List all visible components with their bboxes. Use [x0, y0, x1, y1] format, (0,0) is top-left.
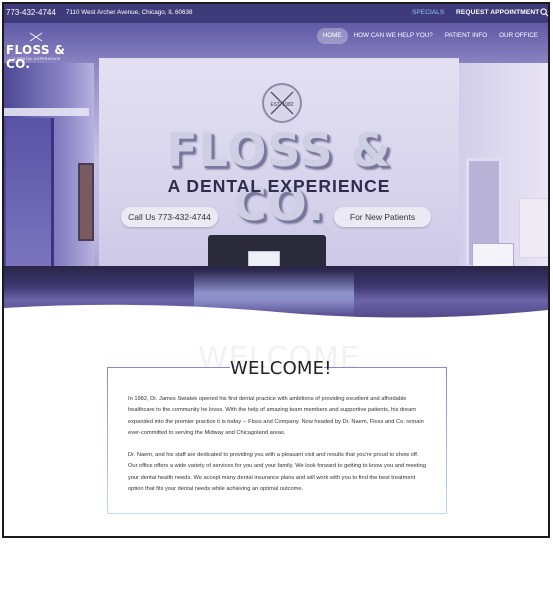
logo-tagline: A DENTAL EXPERIENCE	[13, 57, 61, 61]
emblem-badge: EST. 1982	[262, 83, 302, 123]
nav-how-can-we-help[interactable]: HOW CAN WE HELP YOU?	[348, 28, 439, 44]
welcome-paragraph: In 1982, Dr. James Swiatek opened his fi…	[128, 396, 424, 436]
nav-patient-info[interactable]: PATIENT INFO	[439, 28, 493, 44]
nav-our-office[interactable]: OUR OFFICE	[493, 28, 544, 44]
search-icon[interactable]	[540, 8, 549, 17]
welcome-body: In 1982, Dr. James Swiatek opened his fi…	[128, 394, 428, 495]
hero-left-panel	[6, 118, 54, 268]
crossed-toothbrush-icon: EST. 1982	[270, 91, 294, 115]
browser-viewport: 773-432-4744 7110 West Archer Avenue, Ch…	[2, 2, 550, 538]
welcome-rule-left	[107, 367, 230, 368]
call-us-button[interactable]: Call Us 773-432-4744	[121, 207, 218, 227]
topbar-address: 7110 West Archer Avenue, Chicago, IL 606…	[66, 9, 193, 16]
request-appointment-link[interactable]: REQUEST APPOINTMENT	[456, 9, 539, 16]
logo-badge-icon	[29, 32, 43, 42]
welcome-rule-right	[324, 367, 447, 368]
hero-tagline: A DENTAL EXPERIENCE	[167, 176, 391, 196]
hero-left-shelf	[4, 108, 89, 116]
hero-right-art	[519, 198, 548, 258]
hero-picture-frame	[78, 163, 94, 241]
welcome-title: WELCOME!	[230, 358, 332, 379]
nav-home[interactable]: HOME	[316, 28, 348, 44]
new-patients-button[interactable]: For New Patients	[334, 207, 431, 227]
topbar-phone-link[interactable]: 773-432-4744	[6, 8, 56, 17]
top-bar: 773-432-4744 7110 West Archer Avenue, Ch…	[4, 4, 548, 23]
specials-link[interactable]: SPECIALS	[412, 9, 444, 16]
hero-brochure	[472, 243, 514, 267]
main-nav: HOME HOW CAN WE HELP YOU? PATIENT INFO O…	[316, 28, 544, 44]
hero-wave-divider	[4, 304, 548, 323]
emblem-text: EST. 1982	[270, 102, 293, 108]
hero-section: EST. 1982 FLOSS & CO. A DENTAL EXPERIENC…	[4, 23, 548, 323]
welcome-paragraph: Dr. Naem, and his staff are dedicated to…	[128, 452, 427, 493]
site-logo[interactable]: FLOSS & CO. A DENTAL EXPERIENCE	[6, 32, 66, 71]
